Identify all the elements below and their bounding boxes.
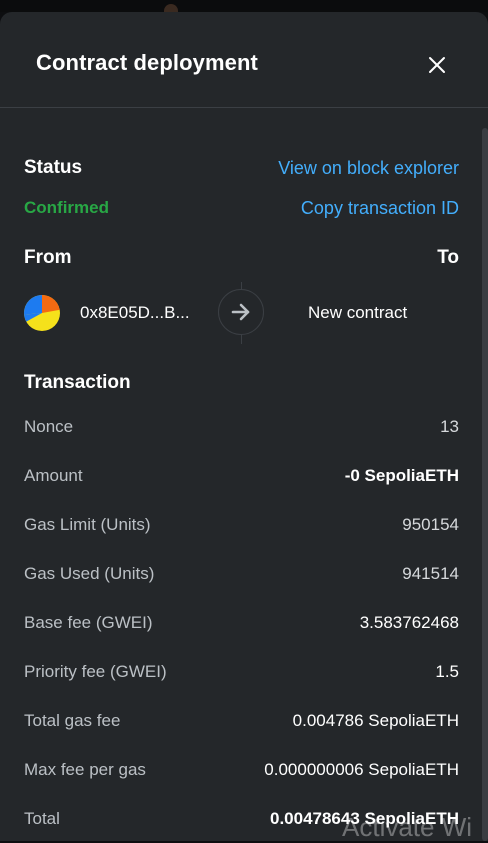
tx-row-max-fee-per-gas: Max fee per gas 0.000000006 SepoliaETH bbox=[24, 758, 459, 782]
tx-row-value: 950154 bbox=[402, 515, 459, 534]
tx-row-priority-fee: Priority fee (GWEI) 1.5 bbox=[24, 660, 459, 684]
tx-row-value: 3.583762468 bbox=[359, 613, 459, 632]
status-heading-row: Status View on block explorer bbox=[24, 155, 459, 181]
tx-row-label: Total bbox=[24, 809, 60, 828]
transaction-heading: Transaction bbox=[24, 372, 131, 393]
tx-row-label: Max fee per gas bbox=[24, 760, 146, 779]
from-address[interactable]: 0x8E05D...B... bbox=[80, 303, 190, 323]
tx-row-value: -0 SepoliaETH bbox=[344, 466, 459, 485]
transaction-heading-row: Transaction bbox=[24, 370, 459, 396]
modal-title: Contract deployment bbox=[36, 50, 258, 75]
close-icon bbox=[429, 57, 445, 73]
copy-transaction-id-link[interactable]: Copy transaction ID bbox=[301, 198, 459, 219]
transaction-details-modal: Contract deployment Status View on block… bbox=[0, 12, 488, 841]
from-to-block: 0x8E05D...B... New contract bbox=[0, 282, 488, 344]
from-to-heading-row: From To bbox=[24, 245, 459, 271]
tx-row-value: 941514 bbox=[402, 564, 459, 583]
to-recipient: New contract bbox=[308, 303, 408, 322]
arrow-right-badge bbox=[218, 289, 264, 335]
tx-row-nonce: Nonce 13 bbox=[24, 415, 459, 439]
tx-row-amount: Amount -0 SepoliaETH bbox=[24, 464, 459, 488]
tx-row-label: Priority fee (GWEI) bbox=[24, 662, 167, 681]
tx-row-value: 13 bbox=[440, 417, 459, 436]
modal-header: Contract deployment bbox=[0, 12, 488, 108]
background-window-strip bbox=[0, 0, 488, 12]
account-avatar-icon bbox=[24, 295, 60, 331]
view-on-block-explorer-link[interactable]: View on block explorer bbox=[278, 158, 459, 179]
tx-row-label: Base fee (GWEI) bbox=[24, 613, 153, 632]
from-heading: From bbox=[24, 247, 72, 268]
scrollbar[interactable] bbox=[482, 128, 488, 841]
tx-row-label: Nonce bbox=[24, 417, 74, 436]
tx-row-total-gas-fee: Total gas fee 0.004786 SepoliaETH bbox=[24, 709, 459, 733]
arrow-right-icon bbox=[231, 303, 250, 321]
to-heading: To bbox=[437, 247, 459, 268]
tx-row-label: Amount bbox=[24, 466, 83, 485]
status-heading: Status bbox=[24, 157, 83, 178]
close-button[interactable] bbox=[424, 52, 450, 78]
tx-row-gas-used: Gas Used (Units) 941514 bbox=[24, 562, 459, 586]
os-activation-watermark: Activate Wi bbox=[342, 812, 473, 842]
tx-row-label: Total gas fee bbox=[24, 711, 121, 730]
tx-row-base-fee: Base fee (GWEI) 3.583762468 bbox=[24, 611, 459, 635]
tx-row-gas-limit: Gas Limit (Units) 950154 bbox=[24, 513, 459, 537]
background-avatar-fragment bbox=[164, 4, 178, 12]
tx-row-label: Gas Used (Units) bbox=[24, 564, 155, 583]
tx-row-label: Gas Limit (Units) bbox=[24, 515, 151, 534]
status-badge: Confirmed bbox=[24, 198, 109, 217]
tx-row-value: 0.004786 SepoliaETH bbox=[292, 711, 459, 730]
status-value-row: Confirmed Copy transaction ID bbox=[24, 196, 459, 220]
tx-row-value: 0.000000006 SepoliaETH bbox=[264, 760, 459, 779]
tx-row-value: 1.5 bbox=[435, 662, 459, 681]
